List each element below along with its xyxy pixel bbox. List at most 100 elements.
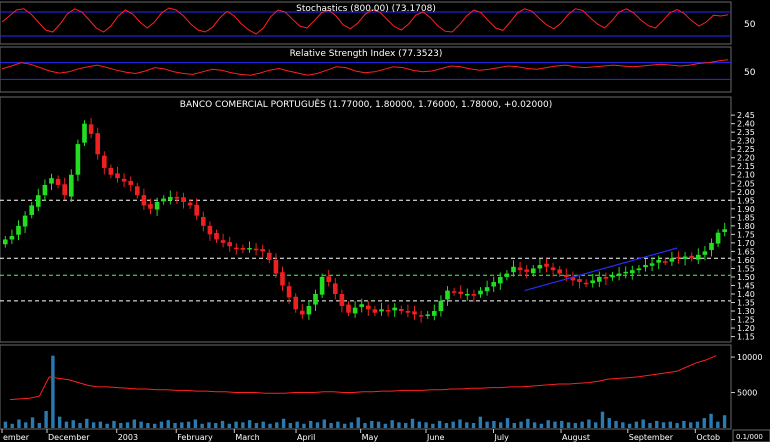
candle-body — [445, 290, 450, 300]
price-tick-label: 1.80 — [737, 222, 755, 231]
volume-bar — [431, 423, 435, 428]
candle-body — [649, 263, 655, 266]
volume-bar — [288, 423, 293, 428]
price-tick-label: 2.35 — [737, 128, 755, 137]
price-tick-label: 2.05 — [737, 179, 755, 188]
price-tick-label: 1.60 — [737, 256, 755, 265]
volume-bar — [220, 420, 225, 428]
volume-bar — [655, 420, 659, 428]
volume-bar — [10, 423, 14, 428]
candle-body — [299, 310, 305, 315]
candle-body — [544, 263, 549, 267]
volume-bar — [268, 423, 272, 428]
candle-body — [108, 167, 114, 175]
volume-bar — [648, 423, 652, 428]
volume-bar — [471, 423, 476, 428]
volume-bar — [247, 420, 252, 428]
volume-bar — [499, 422, 503, 428]
candle-body — [431, 311, 437, 316]
candle-body — [623, 271, 629, 274]
candle-body — [68, 174, 74, 197]
rsi-ytick: 50 — [744, 68, 756, 78]
price-tick-label: 2.25 — [737, 145, 755, 154]
volume-bar — [166, 420, 170, 428]
candle-body — [82, 123, 87, 143]
candle-body — [643, 265, 648, 268]
price-tick-label: 1.50 — [737, 273, 755, 282]
volume-bar — [57, 416, 62, 428]
candle-body — [266, 252, 272, 260]
candle-body — [563, 274, 569, 277]
candle-body — [207, 225, 213, 235]
candle-body — [187, 202, 193, 206]
volume-bar — [132, 419, 137, 428]
volume-bar — [627, 423, 632, 428]
candle-body — [174, 196, 180, 199]
candle-body — [134, 186, 140, 196]
candle-body — [695, 254, 701, 260]
price-tick-label: 1.70 — [737, 239, 755, 248]
volume-bar — [342, 423, 347, 428]
price-tick-label: 1.90 — [737, 205, 755, 214]
candle-body — [313, 294, 318, 305]
volume-bar — [139, 421, 143, 428]
volume-bar — [410, 418, 415, 428]
price-tick-label: 1.25 — [737, 316, 755, 325]
candle-body — [141, 195, 147, 206]
candle-body — [722, 229, 728, 232]
corner-label: 0.1/000 — [736, 433, 763, 441]
candle-body — [610, 275, 615, 278]
volume-bar — [173, 423, 177, 428]
candle-body — [458, 291, 464, 294]
volume-bar — [593, 422, 598, 428]
volume-bar — [254, 423, 259, 428]
candle-body — [478, 290, 483, 295]
volume-bar — [152, 423, 157, 428]
candle-body — [260, 249, 266, 252]
volume-bar — [587, 419, 591, 428]
candle-body — [603, 276, 609, 279]
candle-body — [62, 184, 68, 196]
candle-body — [511, 266, 516, 273]
volume-bar — [241, 422, 245, 428]
candle-body — [319, 276, 325, 295]
candle-body — [471, 294, 477, 296]
candle-body — [497, 276, 503, 284]
volume-bar — [519, 421, 523, 428]
candle-body — [504, 273, 510, 277]
candle-body — [128, 180, 134, 185]
candle-body — [35, 195, 41, 207]
candle-body — [95, 133, 101, 155]
price-tick-label: 1.15 — [737, 333, 755, 342]
candle-body — [154, 202, 160, 210]
volume-bar — [119, 423, 123, 428]
candle-body — [484, 287, 490, 292]
corner-label-box: 0.1/000 — [732, 429, 770, 442]
candle-body — [326, 276, 332, 283]
volume-bar — [451, 421, 455, 428]
candle-body — [101, 155, 107, 168]
candle-body — [339, 294, 345, 306]
volume-bar — [275, 422, 279, 428]
candle-body — [629, 270, 635, 274]
candle-body — [16, 225, 21, 235]
volume-bar — [349, 422, 354, 428]
volume-bar — [261, 421, 265, 428]
volume-tick-label: 10000 — [737, 353, 762, 362]
candle-body — [379, 309, 384, 312]
volume-bar — [200, 423, 204, 428]
volume-bar — [193, 419, 198, 428]
candle-body — [550, 267, 556, 271]
volume-bar — [146, 423, 150, 428]
volume-bar — [186, 421, 191, 428]
candle-body — [517, 267, 523, 271]
rsi-title: Relative Strength Index (77.3523) — [290, 49, 443, 59]
candle-body — [596, 276, 602, 282]
candle-body — [682, 256, 688, 259]
candle-body — [656, 259, 662, 263]
volume-bar — [24, 422, 28, 428]
x-tick-label: February — [177, 433, 213, 442]
volume-bar — [634, 421, 639, 428]
volume-bar — [539, 423, 544, 428]
volume-bar — [682, 420, 686, 428]
